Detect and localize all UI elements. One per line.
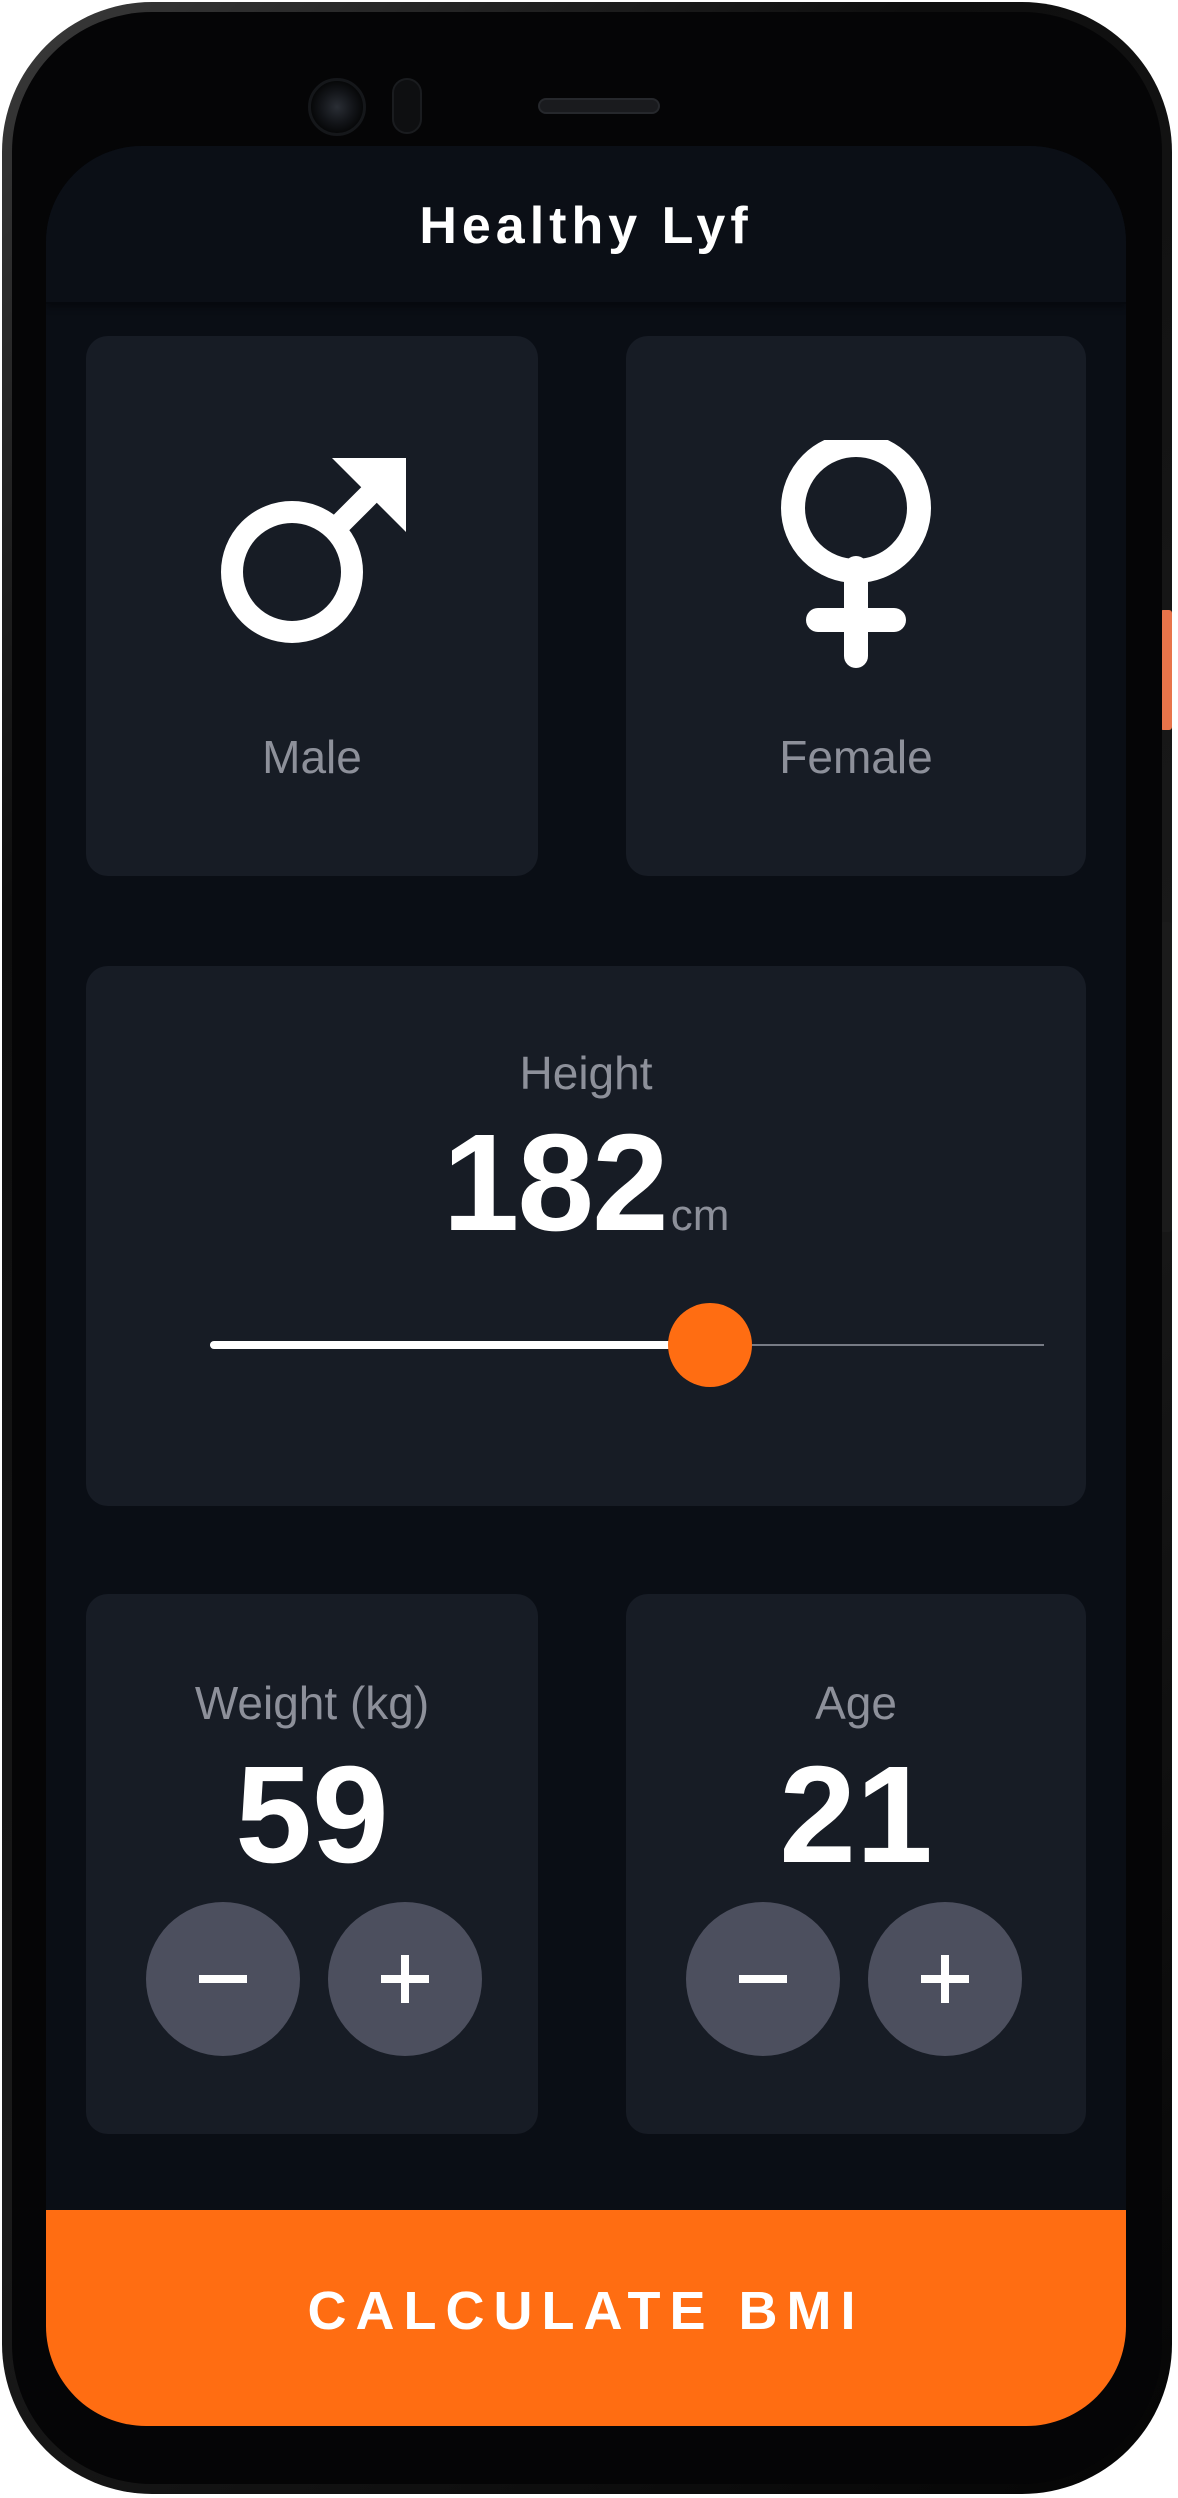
minus-icon (739, 1975, 787, 1983)
height-value: 182 (442, 1106, 669, 1260)
height-readout: 182cm (86, 1114, 1086, 1252)
weight-card: Weight (kg) 59 (86, 1594, 538, 2134)
proximity-sensor-icon (392, 78, 422, 134)
weight-increment-button[interactable] (328, 1902, 482, 2056)
weight-decrement-button[interactable] (146, 1902, 300, 2056)
height-unit: cm (670, 1191, 730, 1240)
age-value: 21 (779, 1738, 933, 1892)
weight-value: 59 (235, 1738, 389, 1892)
height-label: Height (519, 1047, 653, 1099)
plus-icon (381, 1955, 429, 2003)
male-card[interactable]: Male (86, 336, 538, 876)
app-screen: Healthy Lyf Male Female Height 182cm Wei… (46, 146, 1126, 2426)
plus-icon (921, 1955, 969, 2003)
age-decrement-button[interactable] (686, 1902, 840, 2056)
app-bar: Healthy Lyf (46, 146, 1126, 304)
height-card: Height 182cm (86, 966, 1086, 1506)
height-slider-thumb[interactable] (668, 1303, 753, 1387)
front-camera-icon (308, 78, 366, 136)
male-symbol-icon (221, 458, 406, 643)
age-increment-button[interactable] (868, 1902, 1022, 2056)
calculate-bmi-button[interactable]: CALCULATE BMI (46, 2210, 1126, 2426)
male-label: Male (262, 731, 362, 783)
calculate-bmi-label: CALCULATE BMI (307, 2281, 865, 2341)
height-slider-active-track (210, 1341, 711, 1349)
minus-icon (199, 1975, 247, 1983)
earpiece-speaker (538, 98, 660, 114)
female-label: Female (779, 731, 933, 783)
app-title: Healthy Lyf (419, 197, 753, 255)
weight-label: Weight (kg) (194, 1677, 430, 1729)
age-card: Age 21 (626, 1594, 1086, 2134)
female-card[interactable]: Female (626, 336, 1086, 876)
female-symbol-icon (781, 440, 931, 668)
age-label: Age (815, 1677, 897, 1729)
